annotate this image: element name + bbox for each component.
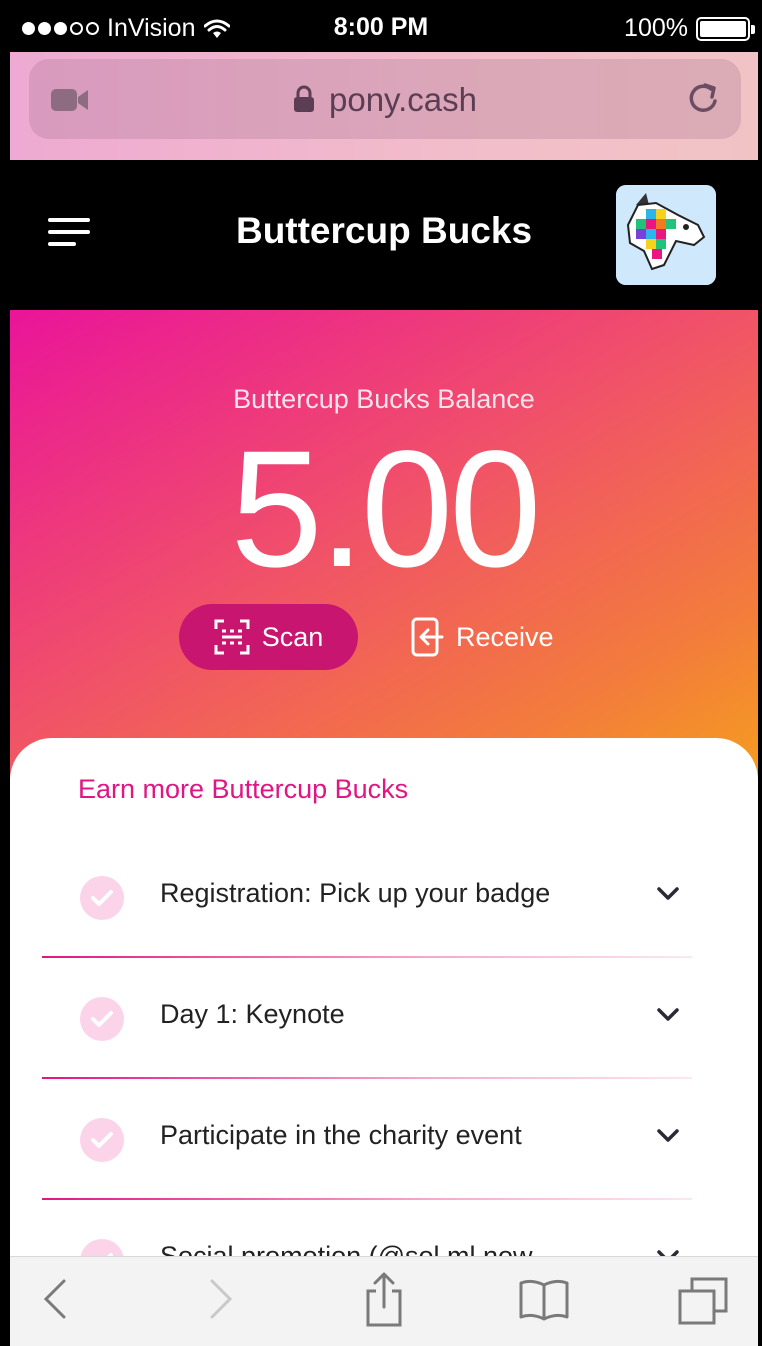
check-icon [80, 876, 124, 920]
chevron-down-icon[interactable] [656, 1007, 680, 1023]
scan-button[interactable]: Scan [179, 604, 358, 670]
status-right: 100% [624, 14, 755, 43]
address-bar-area: pony.cash [10, 52, 758, 160]
task-item[interactable]: Day 1: Keynote [10, 957, 758, 1079]
bookmarks-icon[interactable] [518, 1277, 570, 1321]
scan-icon [214, 619, 250, 655]
browser-screen: pony.cash Buttercup Bucks Buttercup Buck… [10, 0, 758, 1346]
task-item[interactable]: Registration: Pick up your badge [10, 836, 758, 958]
balance-label: Buttercup Bucks Balance [233, 384, 535, 414]
earn-card: Earn more Buttercup Bucks Registration: … [10, 738, 758, 1338]
address-bar[interactable]: pony.cash [29, 59, 741, 139]
task-label: Registration: Pick up your badge [160, 878, 551, 908]
unicorn-avatar[interactable] [616, 185, 716, 285]
browser-toolbar [10, 1256, 758, 1346]
lock-icon [294, 85, 314, 112]
chevron-down-icon[interactable] [656, 886, 680, 902]
task-item[interactable]: Participate in the charity event [10, 1078, 758, 1200]
share-icon[interactable] [364, 1271, 404, 1327]
tabs-icon[interactable] [678, 1277, 730, 1325]
balance-hero: Buttercup Bucks Balance 5.00 Scan Receiv… [10, 310, 758, 780]
app-header: Buttercup Bucks [10, 160, 758, 310]
battery-icon [696, 16, 755, 41]
forward-icon[interactable] [208, 1277, 234, 1321]
receive-button[interactable]: Receive [410, 604, 580, 670]
task-label: Day 1: Keynote [160, 999, 345, 1029]
scan-label: Scan [261, 621, 324, 652]
balance-amount: 5.00 [230, 417, 541, 602]
url-text: pony.cash [329, 81, 477, 118]
battery-percent: 100% [624, 14, 688, 42]
check-icon [80, 1118, 124, 1162]
url-display[interactable]: pony.cash [29, 81, 741, 119]
status-bar: InVision 8:00 PM 100% [0, 0, 762, 52]
earn-title: Earn more Buttercup Bucks [78, 774, 409, 804]
reload-icon[interactable] [687, 81, 721, 117]
receive-label: Receive [456, 621, 554, 652]
chevron-down-icon[interactable] [656, 1128, 680, 1144]
receive-icon [411, 617, 444, 657]
back-icon[interactable] [42, 1277, 68, 1321]
check-icon [80, 997, 124, 1041]
task-label: Participate in the charity event [160, 1120, 522, 1150]
